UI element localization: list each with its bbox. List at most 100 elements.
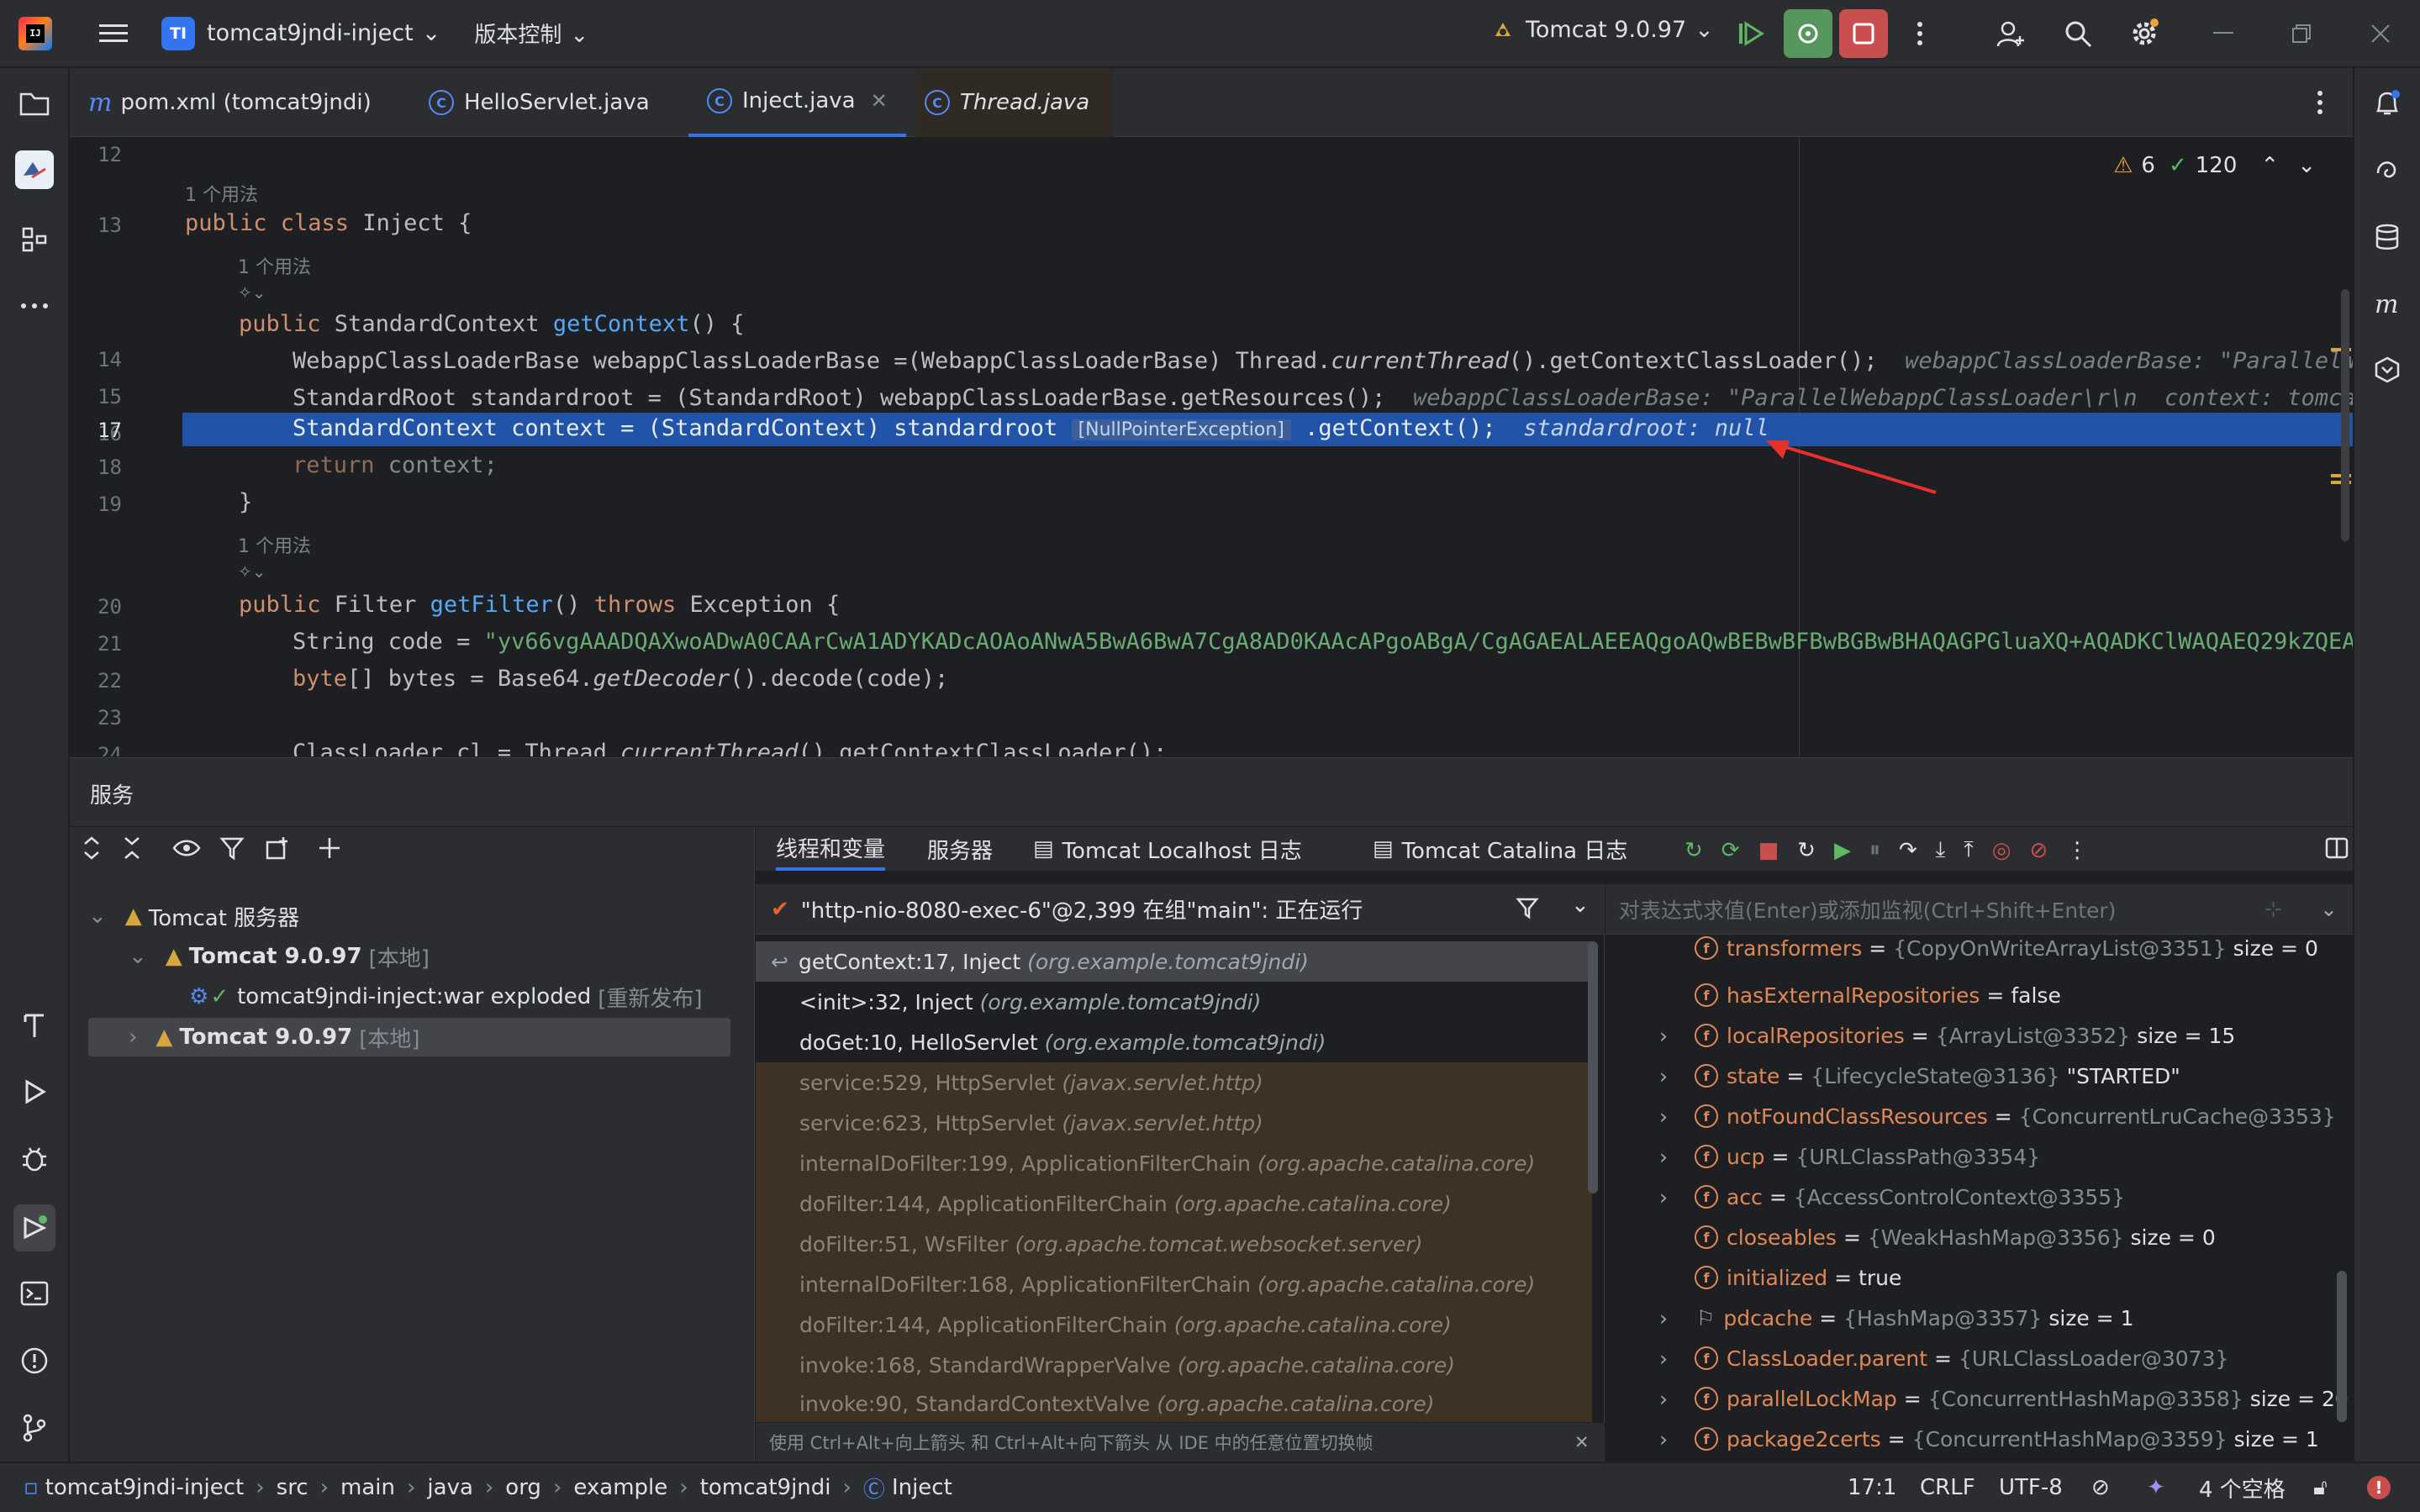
- variable-row[interactable]: f closeables = {WeakHashMap@3356} size = 0: [1605, 1217, 2216, 1257]
- notifications-bell-icon[interactable]: [2368, 84, 2407, 123]
- variables-scrollbar[interactable]: [2337, 1271, 2347, 1422]
- project-folder-icon[interactable]: [15, 84, 54, 123]
- breadcrumb-item[interactable]: tomcat9jndi-inject: [45, 1475, 245, 1500]
- more-tools-icon[interactable]: [15, 287, 54, 325]
- gradle-icon[interactable]: [2368, 350, 2407, 389]
- inspection-profile-icon[interactable]: ⊘: [2091, 1475, 2110, 1500]
- tab-inject-java[interactable]: C Inject.java ✕: [688, 68, 906, 137]
- breadcrumb-item[interactable]: org: [505, 1475, 541, 1500]
- chevron-right-icon[interactable]: ›: [1659, 1145, 1685, 1169]
- terminal-icon[interactable]: [15, 1274, 54, 1313]
- stack-frame[interactable]: <init>:32, Inject (org.example.tomcat9jnd…: [756, 982, 1592, 1022]
- filter-icon[interactable]: [219, 835, 245, 861]
- git-branch-icon[interactable]: [15, 1409, 54, 1447]
- user-add-icon[interactable]: [1994, 17, 2027, 50]
- breadcrumb-item[interactable]: tomcat9jndi: [700, 1475, 831, 1500]
- evaluate-expression-input[interactable]: 对表达式求值(Enter)或添加监视(Ctrl+Shift+Enter) ⊹ ⌄: [1605, 884, 2353, 935]
- more-vertical-icon[interactable]: [1903, 17, 1937, 50]
- more-vertical-icon[interactable]: ⋮: [2066, 838, 2088, 863]
- usage-hint[interactable]: 1 个用法: [238, 531, 311, 558]
- exception-chip[interactable]: [NullPointerException]: [1071, 419, 1291, 440]
- mute-breakpoints-icon[interactable]: ⊘: [2029, 838, 2048, 863]
- settings-gear-icon[interactable]: [2127, 17, 2161, 50]
- layout-settings-icon[interactable]: [2324, 835, 2349, 861]
- run-config-selector[interactable]: Tomcat 9.0.97 ⌄: [1492, 17, 1714, 43]
- stack-frame[interactable]: service:529, HttpServlet (javax.servlet.h…: [756, 1062, 1592, 1103]
- inspection-widget[interactable]: ⚠ 6 ✓ 120 ⌃ ⌄: [2113, 153, 2316, 178]
- file-encoding[interactable]: UTF-8: [1999, 1475, 2063, 1500]
- breadcrumb-item[interactable]: main: [340, 1475, 395, 1500]
- chevron-right-icon[interactable]: ›: [1659, 1024, 1685, 1048]
- stack-frame[interactable]: invoke:90, StandardContextValve (org.apac…: [756, 1385, 1592, 1422]
- breadcrumb-item[interactable]: java: [427, 1475, 472, 1500]
- variable-row[interactable]: › f ClassLoader.parent = {URLClassLoader@307…: [1605, 1338, 2228, 1378]
- stack-frame[interactable]: internalDoFilter:168, ApplicationFilterC…: [756, 1264, 1592, 1304]
- variable-row[interactable]: › ⚐ pdcache = {HashMap@3357} size = 1: [1605, 1298, 2134, 1338]
- stack-frame[interactable]: doFilter:144, ApplicationFilterChain (org…: [756, 1304, 1592, 1345]
- tab-server[interactable]: 服务器: [927, 827, 993, 871]
- rerun-icon[interactable]: ↻: [1685, 838, 1703, 863]
- maven-icon[interactable]: m: [2368, 284, 2407, 323]
- add-watch-icon[interactable]: ⊹: [2264, 897, 2282, 921]
- frames-scrollbar[interactable]: [1588, 941, 1598, 1193]
- tab-helloservlet[interactable]: C HelloServlet.java: [429, 68, 650, 137]
- error-indicator-icon[interactable]: !: [2367, 1476, 2391, 1499]
- step-over-icon[interactable]: ↷: [1899, 838, 1917, 863]
- variable-row[interactable]: › f package2certs = {ConcurrentHashMap@3359}…: [1605, 1419, 2319, 1459]
- tab-pom-xml[interactable]: m pom.xml (tomcat9jndi): [88, 68, 372, 137]
- code-editor[interactable]: ⚠ 6 ✓ 120 ⌃ ⌄ 12 13 14 15 16 17 18 19 20…: [70, 138, 2353, 756]
- step-into-icon[interactable]: ⤓: [1936, 837, 1946, 863]
- project-selector[interactable]: tomcat9jndi-inject ⌄: [207, 20, 440, 46]
- chevron-up-icon[interactable]: ⌃: [2260, 153, 2279, 178]
- editor-scrollbar[interactable]: [2341, 289, 2349, 541]
- stack-frame[interactable]: doFilter:144, ApplicationFilterChain (org…: [756, 1183, 1592, 1224]
- variable-row[interactable]: › f parallelLockMap = {ConcurrentHashMap@335…: [1605, 1378, 2349, 1419]
- minimize-icon[interactable]: [2206, 17, 2240, 50]
- intellij-logo-icon[interactable]: IJ: [18, 16, 52, 50]
- variable-row[interactable]: › f notFoundClassResources = {ConcurrentLruC…: [1605, 1096, 2336, 1136]
- usage-hint[interactable]: 1 个用法: [238, 252, 311, 279]
- variable-row[interactable]: › f acc = {AccessControlContext@3355}: [1605, 1177, 2125, 1217]
- debug-rerun-button[interactable]: [1784, 9, 1832, 58]
- stack-frame[interactable]: ↩ getContext:17, Inject (org.example.tomca…: [756, 941, 1592, 982]
- breadcrumb-item[interactable]: example: [573, 1475, 667, 1500]
- resume-icon[interactable]: [1734, 17, 1768, 50]
- close-icon[interactable]: ✕: [1574, 1432, 1590, 1452]
- stack-frame[interactable]: doGet:10, HelloServlet (org.example.tomca…: [756, 1022, 1592, 1062]
- caret-position[interactable]: 17:1: [1848, 1475, 1896, 1500]
- restore-icon[interactable]: [2285, 17, 2318, 50]
- ai-assistant-icon[interactable]: [2368, 151, 2407, 190]
- step-out-icon[interactable]: ⤒: [1964, 837, 1974, 863]
- services-icon[interactable]: [13, 1204, 55, 1251]
- tree-node-tomcat-servers[interactable]: ⌄ ▲ Tomcat 服务器: [88, 897, 299, 935]
- chevron-right-icon[interactable]: ›: [1659, 1427, 1685, 1451]
- stack-frame[interactable]: doFilter:51, WsFilter (org.apache.tomcat.…: [756, 1224, 1592, 1264]
- tree-node-tomcat-1[interactable]: ⌄ ▲ Tomcat 9.0.97 [本地]: [129, 937, 430, 976]
- breadcrumb-item[interactable]: Inject: [892, 1475, 952, 1500]
- view-breakpoints-icon[interactable]: ◎: [1992, 838, 2011, 863]
- variable-row[interactable]: f hasExternalRepositories = false: [1605, 975, 2061, 1015]
- stack-frame[interactable]: invoke:168, StandardWrapperValve (org.apa…: [756, 1345, 1592, 1385]
- tomcat-plugin-icon[interactable]: [15, 150, 54, 189]
- chevron-right-icon[interactable]: ›: [1659, 1064, 1685, 1088]
- tab-catalina-log[interactable]: ▤ Tomcat Catalina 日志: [1373, 827, 1627, 871]
- tree-node-tomcat-2[interactable]: › ▲ Tomcat 9.0.97 [本地]: [88, 1018, 730, 1056]
- resume-icon[interactable]: ▶: [1834, 838, 1851, 863]
- vcs-menu[interactable]: 版本控制 ⌄: [474, 18, 588, 49]
- variable-row[interactable]: › f state = {LifecycleState@3136} "STARTED": [1605, 1056, 2180, 1096]
- variable-row[interactable]: f initialized = true: [1605, 1257, 1901, 1298]
- tab-thread-java[interactable]: C Thread.java: [916, 68, 1114, 137]
- tab-threads-variables[interactable]: 线程和变量: [776, 827, 886, 871]
- restart-debug-icon[interactable]: ⟳: [1721, 838, 1740, 863]
- add-service-icon[interactable]: [317, 835, 342, 861]
- chevron-right-icon[interactable]: ›: [1659, 1387, 1685, 1411]
- chevron-down-icon[interactable]: ⌄: [2320, 897, 2338, 921]
- stop-icon[interactable]: ■: [1758, 838, 1779, 863]
- close-window-icon[interactable]: [2364, 17, 2397, 50]
- line-separator[interactable]: CRLF: [1920, 1475, 1975, 1500]
- problems-icon[interactable]: [15, 1341, 54, 1380]
- variable-row[interactable]: › f localRepositories = {ArrayList@3352} size…: [1605, 1015, 2235, 1056]
- chevron-right-icon[interactable]: ›: [1659, 1185, 1685, 1209]
- variable-row[interactable]: › f ucp = {URLClassPath@3354}: [1605, 1136, 2040, 1177]
- chevron-right-icon[interactable]: ›: [1659, 1306, 1685, 1330]
